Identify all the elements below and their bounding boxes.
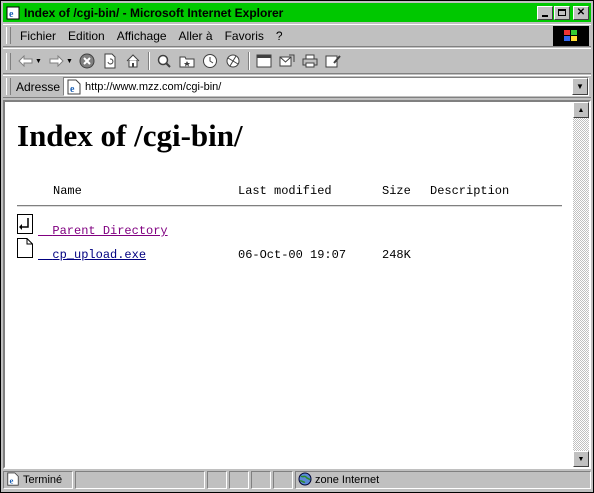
menu-bar: Fichier Edition Affichage Aller à Favori… [3,24,591,47]
back-dropdown-icon[interactable]: ▼ [35,58,42,65]
menubar-grip [6,27,11,44]
status-text: Terminé [23,474,63,486]
header-divider [17,205,562,207]
title-bar[interactable]: e Index of /cgi-bin/ - Microsoft Interne… [3,3,591,22]
file-name: cp_upload.exe [52,248,147,262]
maximize-icon [558,9,566,16]
file-modified: 06-Oct-00 19:07 [238,248,347,262]
minimize-icon [542,14,548,17]
ie-logo-icon: e [6,6,20,20]
status-progress [75,471,205,489]
toolbar-grip [6,52,11,70]
menu-fichier[interactable]: Fichier [14,29,62,43]
status-panel-2 [229,471,249,489]
file-icon[interactable] [17,238,33,261]
column-header-description: Description [430,184,510,198]
toolbar-separator [247,52,250,70]
status-zone: zone Internet [295,471,591,489]
forward-dropdown-icon[interactable]: ▼ [66,58,73,65]
mail-button[interactable] [277,51,298,71]
menu-edition[interactable]: Edition [62,29,111,43]
print-button[interactable] [300,51,321,71]
address-label: Adresse [16,79,61,94]
status-panel-4 [273,471,293,489]
address-dropdown-button[interactable]: ▼ [572,78,588,95]
search-button[interactable] [154,51,175,71]
addressbar-grip [6,78,11,95]
menu-affichage[interactable]: Affichage [111,29,173,43]
fullscreen-button[interactable] [254,51,275,71]
scroll-up-button[interactable]: ▲ [573,102,589,118]
page-heading: Index of /cgi-bin/ [17,118,243,153]
forward-button[interactable] [46,51,67,71]
globe-icon [298,472,312,489]
scroll-down-button[interactable]: ▼ [573,451,589,467]
status-bar: e Terminé zone Internet [3,471,591,491]
zone-text: zone Internet [315,474,380,486]
back-folder-icon[interactable] [17,214,33,237]
windows-logo-icon [553,26,589,46]
parent-directory-link[interactable]: Parent Directory [38,224,168,238]
menu-favoris[interactable]: Favoris [219,29,270,43]
browser-window: e Index of /cgi-bin/ - Microsoft Interne… [0,0,594,493]
file-size: 248K [382,248,411,262]
minimize-button[interactable] [537,5,553,20]
channels-button[interactable] [223,51,244,71]
history-button[interactable] [200,51,221,71]
maximize-button[interactable] [554,5,570,20]
home-button[interactable] [123,51,144,71]
svg-text:e: e [70,84,75,95]
page-icon: e [66,79,82,95]
page-content: Index of /cgi-bin/ Name Last modified Si… [3,100,591,469]
favorites-button[interactable] [177,51,198,71]
refresh-button[interactable] [100,51,121,71]
vertical-scrollbar[interactable]: ▲ ▼ [573,102,589,467]
menu-help[interactable]: ? [270,29,289,43]
close-icon: ✕ [576,6,586,18]
address-bar: Adresse e http://www.mzz.com/cgi-bin/ ▼ [3,75,591,98]
done-page-icon: e [6,471,20,489]
file-link-cp-upload[interactable]: cp_upload.exe [38,248,146,262]
address-url: http://www.mzz.com/cgi-bin/ [85,80,222,93]
toolbar: ▼ ▼ [3,48,591,74]
column-header-modified: Last modified [238,184,332,198]
menu-aller-a[interactable]: Aller à [173,29,219,43]
svg-text:e: e [9,9,14,20]
address-input[interactable]: e http://www.mzz.com/cgi-bin/ ▼ [63,77,589,96]
column-header-size: Size [382,184,411,198]
status-panel-3 [251,471,271,489]
toolbar-separator [147,52,150,70]
window-title: Index of /cgi-bin/ - Microsoft Internet … [24,5,284,20]
column-header-name: Name [53,184,82,198]
svg-text:e: e [10,475,14,485]
stop-button[interactable] [77,51,98,71]
parent-directory-label: Parent Directory [52,224,168,238]
back-button[interactable] [15,51,36,71]
close-button[interactable]: ✕ [573,5,589,20]
status-main: e Terminé [3,471,73,489]
edit-button[interactable] [323,51,344,71]
status-panel-1 [207,471,227,489]
